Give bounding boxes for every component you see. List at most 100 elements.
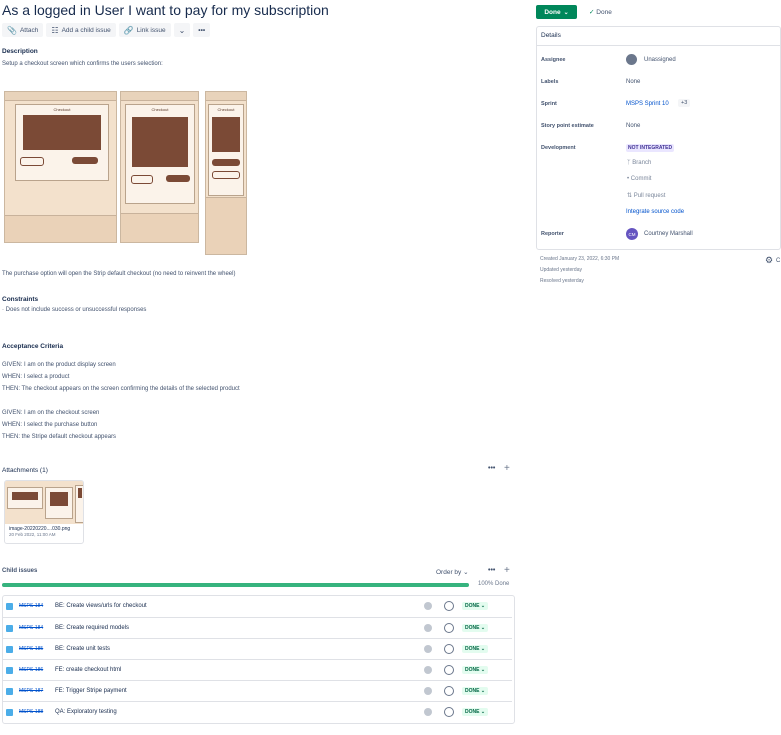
child-issue-row[interactable]: MSPS-186 FE: create checkout html DONE ⌄ <box>2 659 512 680</box>
link-issue-button[interactable]: 🔗 Link issue <box>118 23 171 37</box>
assignee-avatar-icon[interactable] <box>444 686 454 696</box>
thumb-part <box>7 487 43 509</box>
thumb-box <box>12 492 38 500</box>
resolution-label: Done <box>596 9 612 16</box>
pull-request-label: Pull request <box>633 193 666 199</box>
status-badge[interactable]: DONE ⌄ <box>462 666 489 674</box>
dev-branch[interactable]: ᛉ Branch <box>627 160 651 166</box>
mock-header <box>5 92 116 101</box>
child-issue-row[interactable]: MSPS-184 BE: Create required models DONE ⌄ <box>2 617 512 638</box>
description-heading: Description <box>2 48 38 55</box>
child-issue-key[interactable]: MSPS-186 <box>19 667 49 673</box>
add-child-issue-button[interactable]: ☷ Add a child issue <box>46 23 116 37</box>
acceptance-line: THEN: the Stripe default checkout appear… <box>2 434 117 440</box>
constraint-item: · Does not include success or unsuccessf… <box>2 307 147 313</box>
progress-label: 100% Done <box>478 581 510 587</box>
child-issue-row[interactable]: MSPS-188 QA: Exploratory testing DONE ⌄ <box>2 701 512 722</box>
labels-value[interactable]: None <box>626 79 640 85</box>
branch-icon: ᛉ <box>627 160 631 166</box>
child-issue-row[interactable]: MSPS-187 FE: Trigger Stripe payment DONE ⌄ <box>2 680 512 701</box>
child-issue-key[interactable]: MSPS-184 <box>19 625 49 631</box>
attach-button[interactable]: 📎 Attach <box>2 23 44 37</box>
integrate-source-link[interactable]: Integrate source code <box>626 209 684 215</box>
assignee-value[interactable]: Unassigned <box>644 57 676 63</box>
assignee-avatar-icon[interactable] <box>444 601 454 611</box>
created-date: Created January 23, 2022, 6:30 PM <box>540 256 620 262</box>
status-badge[interactable]: DONE ⌄ <box>462 602 489 610</box>
child-issue-key[interactable]: MSPS-184 <box>19 603 49 609</box>
mock-footer <box>5 215 116 242</box>
status-badge[interactable]: DONE ⌄ <box>462 645 489 653</box>
resolution-indicator: ✓ Done <box>589 8 612 16</box>
child-add-icon[interactable]: + <box>504 565 510 576</box>
updated-date: Updated yesterday <box>540 267 582 273</box>
child-issue-summary[interactable]: BE: Create required models <box>55 625 425 631</box>
child-issue-summary[interactable]: QA: Exploratory testing <box>55 709 425 715</box>
configure-label[interactable]: C <box>776 258 780 264</box>
child-issue-summary[interactable]: FE: Trigger Stripe payment <box>55 688 425 694</box>
dev-commit[interactable]: • Commit <box>627 176 651 182</box>
child-issues-heading: Child issues <box>2 568 38 574</box>
purchase-note: The purchase option will open the Strip … <box>2 271 236 277</box>
priority-icon <box>424 687 432 695</box>
status-label: Done <box>544 8 561 16</box>
reporter-avatar[interactable]: CM <box>626 228 638 240</box>
hierarchy-icon: ☷ <box>51 25 59 35</box>
status-badge[interactable]: DONE ⌄ <box>462 708 489 716</box>
status-badge[interactable]: DONE ⌄ <box>462 687 489 695</box>
mock-content-box <box>132 117 188 167</box>
child-issue-summary[interactable]: BE: Create views/urls for checkout <box>55 603 425 609</box>
acceptance-line: GIVEN: I am on the checkout screen <box>2 410 100 416</box>
more-actions-button[interactable]: ••• <box>193 23 211 37</box>
acceptance-line: WHEN: I select a product <box>2 374 70 380</box>
order-by-button[interactable]: Order by ⌄ <box>436 568 469 576</box>
development-label: Development <box>541 145 576 151</box>
status-text: DONE <box>465 688 480 694</box>
mockup-tablet-image[interactable]: Checkout <box>120 91 199 243</box>
assignee-avatar-icon[interactable] <box>444 707 454 717</box>
dev-pull-request[interactable]: ⇅ Pull request <box>627 192 665 199</box>
issue-title[interactable]: As a logged in User I want to pay for my… <box>2 2 329 18</box>
attachments-add-icon[interactable]: + <box>504 463 510 474</box>
priority-icon <box>424 645 432 653</box>
mock-dialog: Checkout <box>15 104 109 181</box>
gear-icon[interactable]: ⚙ <box>765 255 773 266</box>
attachment-filename: image-20220220....030.png <box>9 526 71 532</box>
child-issue-row[interactable]: MSPS-185 BE: Create unit tests DONE ⌄ <box>2 638 512 659</box>
assignee-avatar-icon[interactable] <box>444 623 454 633</box>
thumb-part <box>75 485 83 523</box>
sprint-extra-badge[interactable]: +3 <box>678 99 691 107</box>
link-dropdown-button[interactable]: ⌄ <box>173 23 191 37</box>
mockup-desktop-image[interactable]: Checkout <box>4 91 117 243</box>
labels-label: Labels <box>541 79 559 85</box>
constraints-heading: Constraints <box>2 296 39 303</box>
assignee-avatar[interactable] <box>626 54 637 65</box>
sprint-value[interactable]: MSPS Sprint 10 <box>626 101 669 107</box>
attachment-card[interactable]: image-20220220....030.png 20 Feb 2022, 1… <box>4 480 84 544</box>
not-integrated-badge: NOT INTEGRATED <box>626 144 675 152</box>
progress-bar <box>2 583 469 587</box>
child-issue-key[interactable]: MSPS-187 <box>19 688 49 694</box>
status-done-button[interactable]: Done ⌄ <box>536 5 577 19</box>
description-intro: Setup a checkout screen which confirms t… <box>2 61 163 67</box>
child-issue-key[interactable]: MSPS-188 <box>19 709 49 715</box>
mockup-mobile-image[interactable]: Checkout <box>205 91 247 255</box>
reporter-name[interactable]: Courtney Marshall <box>644 231 693 237</box>
mock-title: Checkout <box>217 107 235 112</box>
child-issue-key[interactable]: MSPS-185 <box>19 646 49 652</box>
thumb-box <box>78 488 82 498</box>
mock-footer <box>121 213 198 242</box>
subtask-icon <box>6 645 13 653</box>
mock-cancel <box>131 175 153 184</box>
assignee-avatar-icon[interactable] <box>444 665 454 675</box>
child-issue-summary[interactable]: BE: Create unit tests <box>55 646 425 652</box>
pull-request-icon: ⇅ <box>627 193 633 199</box>
assignee-avatar-icon[interactable] <box>444 644 454 654</box>
acceptance-line: WHEN: I select the purchase button <box>2 422 98 428</box>
story-points-value[interactable]: None <box>626 123 640 129</box>
child-more-icon[interactable]: ••• <box>488 567 495 574</box>
child-issue-row[interactable]: MSPS-184 BE: Create views/urls for checko… <box>2 596 512 616</box>
child-issue-summary[interactable]: FE: create checkout html <box>55 667 425 673</box>
attachments-more-icon[interactable]: ••• <box>488 465 495 472</box>
status-badge[interactable]: DONE ⌄ <box>462 624 489 632</box>
